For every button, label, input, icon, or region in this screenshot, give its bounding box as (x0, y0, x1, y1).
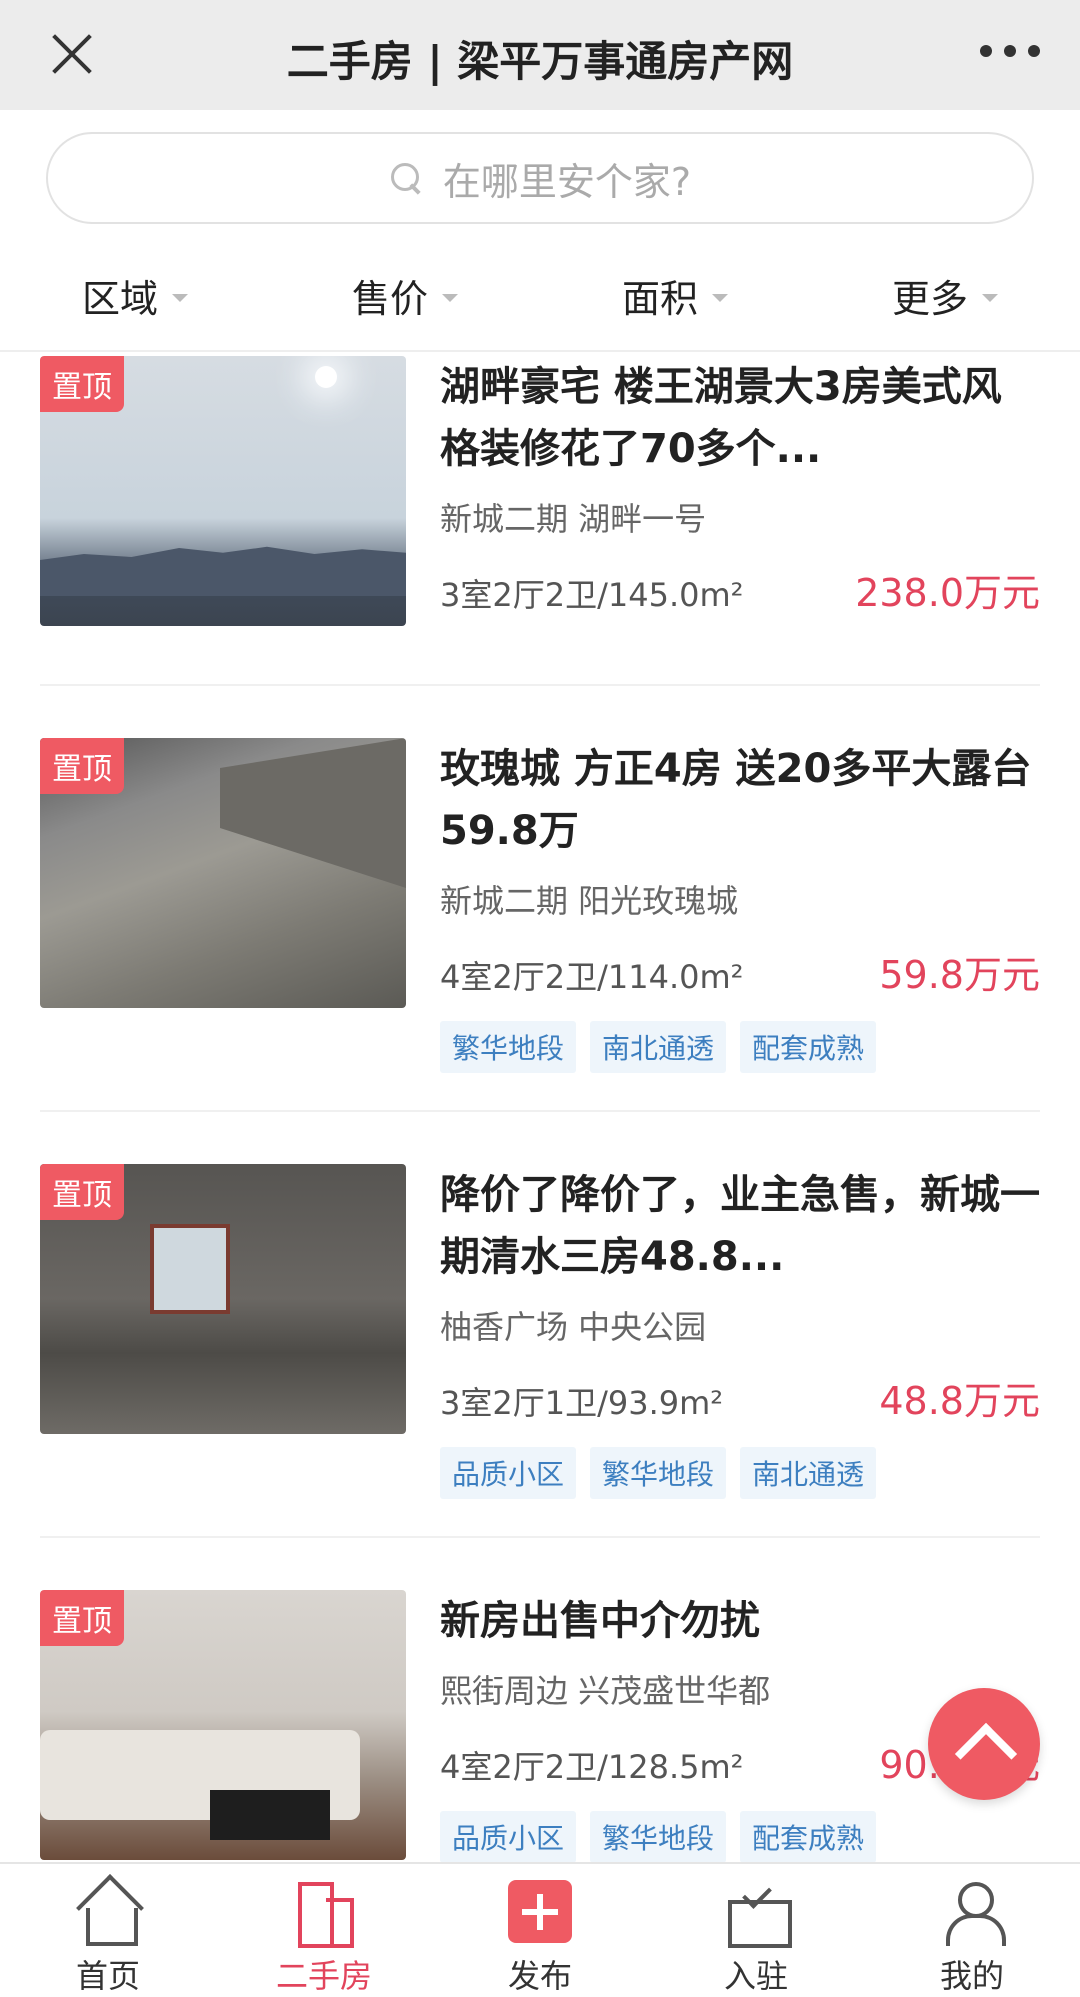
listing-price: 59.8万元 (879, 953, 1040, 997)
search-input[interactable]: 在哪里安个家? (46, 132, 1034, 224)
tab-second-hand[interactable]: 二手房 (216, 1864, 432, 1997)
page-title: 二手房 | 梁平万事通房产网 (286, 37, 794, 86)
building-icon (292, 1880, 356, 1948)
listing-photo: 置顶 (40, 1590, 406, 1860)
filter-more[interactable]: 更多 (810, 240, 1080, 350)
tag: 配套成熟 (740, 1021, 877, 1073)
tab-publish[interactable]: 发布 (432, 1864, 648, 1997)
tag: 南北通透 (740, 1447, 877, 1499)
pinned-badge: 置顶 (40, 356, 124, 412)
listing-location: 新城二期 湖畔一号 (440, 500, 707, 538)
filter-region[interactable]: 区域 (0, 240, 270, 350)
search-bar-container: 在哪里安个家? (0, 110, 1080, 240)
pinned-badge: 置顶 (40, 1590, 124, 1646)
tab-mine[interactable]: 我的 (864, 1864, 1080, 1997)
listing-title: 新房出售中介勿扰 (440, 1598, 760, 1644)
divider (40, 684, 1040, 686)
chevron-down-icon (442, 294, 458, 302)
tag-list: 品质小区 繁华地段 配套成熟 (440, 1811, 1040, 1863)
listing-spec: 3室2厅1卫/93.9m² (440, 1384, 724, 1422)
divider (40, 1110, 1040, 1112)
listing-title: 降价了降价了，业主急售，新城一期清水三房48.8... (440, 1172, 1040, 1280)
inbox-icon (724, 1880, 792, 1948)
listing-location: 柚香广场 中央公园 (440, 1308, 707, 1346)
filter-area[interactable]: 面积 (540, 240, 810, 350)
tab-home[interactable]: 首页 (0, 1864, 216, 1997)
listing-spec: 4室2厅2卫/128.5m² (440, 1748, 744, 1786)
chevron-down-icon (982, 294, 998, 302)
listing-location: 新城二期 阳光玫瑰城 (440, 882, 739, 920)
listing-title: 玫瑰城 方正4房 送20多平大露台59.8万 (440, 746, 1032, 854)
listing-photo: 置顶 (40, 356, 406, 626)
plus-icon (508, 1880, 572, 1943)
listing-spec: 3室2厅2卫/145.0m² (440, 576, 744, 614)
tag: 品质小区 (440, 1447, 577, 1499)
user-icon (940, 1880, 1006, 1946)
search-icon (389, 161, 423, 195)
listing-photo: 置顶 (40, 738, 406, 1008)
tag-list: 繁华地段 南北通透 配套成熟 (440, 1021, 1040, 1073)
bottom-tab-bar: 首页 二手房 发布 入驻 我的 (0, 1862, 1080, 1997)
chevron-down-icon (172, 294, 188, 302)
tag-list: 品质小区 繁华地段 南北通透 (440, 1447, 1040, 1499)
tag: 配套成熟 (740, 1811, 877, 1863)
listing-title: 湖畔豪宅 楼王湖景大3房美式风格装修花了70多个... (440, 364, 1002, 472)
tag: 品质小区 (440, 1811, 577, 1863)
listing-spec: 4室2厅2卫/114.0m² (440, 958, 744, 996)
pinned-badge: 置顶 (40, 1164, 124, 1220)
top-nav-bar: 二手房 | 梁平万事通房产网 (0, 0, 1080, 110)
tag: 繁华地段 (590, 1447, 727, 1499)
divider (40, 1536, 1040, 1538)
filter-price[interactable]: 售价 (270, 240, 540, 350)
listing-photo: 置顶 (40, 1164, 406, 1434)
listing-price: 48.8万元 (879, 1379, 1040, 1423)
tag: 繁华地段 (590, 1811, 727, 1863)
tag: 南北通透 (590, 1021, 727, 1073)
tag: 繁华地段 (440, 1021, 577, 1073)
listing-price: 238.0万元 (855, 571, 1040, 615)
pinned-badge: 置顶 (40, 738, 124, 794)
search-placeholder: 在哪里安个家? (442, 159, 692, 204)
filter-bar: 区域 售价 面积 更多 (0, 240, 1080, 352)
chevron-down-icon (712, 294, 728, 302)
tab-join[interactable]: 入驻 (648, 1864, 864, 1997)
more-options-icon[interactable] (980, 45, 1040, 61)
scroll-to-top-button[interactable] (928, 1688, 1040, 1800)
home-icon (76, 1880, 140, 1946)
